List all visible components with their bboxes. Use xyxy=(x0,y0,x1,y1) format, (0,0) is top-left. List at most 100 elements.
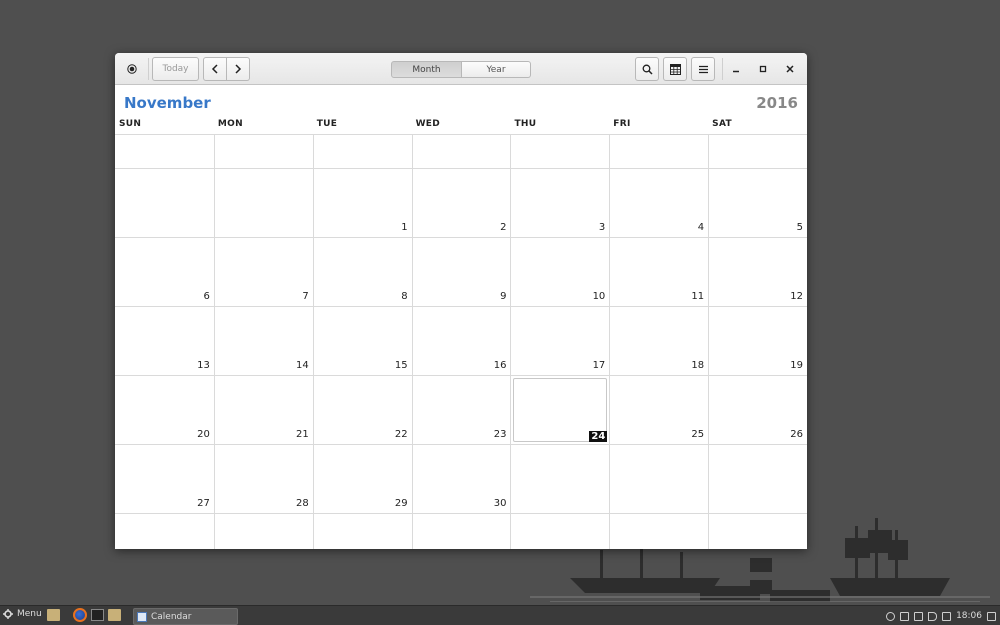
day-cell[interactable]: 27 xyxy=(115,445,214,513)
day-cell[interactable]: 22 xyxy=(312,376,412,444)
weekday-label: MON xyxy=(217,119,243,129)
day-number: 1 xyxy=(401,222,408,233)
day-cell[interactable]: 14 xyxy=(213,307,313,375)
day-number: 22 xyxy=(394,429,408,440)
day-cell[interactable]: 29 xyxy=(312,445,412,513)
empty-day-cell[interactable] xyxy=(115,135,214,168)
day-cell[interactable]: 21 xyxy=(213,376,313,444)
empty-day-cell[interactable] xyxy=(312,135,412,168)
file-manager-launcher-icon[interactable] xyxy=(47,609,60,621)
day-number: 17 xyxy=(592,360,606,371)
previous-button[interactable] xyxy=(203,57,227,81)
user-icon[interactable] xyxy=(886,611,896,621)
terminal-launcher-icon[interactable] xyxy=(91,609,104,621)
empty-day-cell[interactable] xyxy=(708,135,807,168)
year-title: 2016 xyxy=(756,94,798,112)
close-button[interactable] xyxy=(781,57,799,81)
empty-day-cell[interactable] xyxy=(609,445,708,513)
day-cell[interactable]: 13 xyxy=(115,307,214,375)
day-number: 7 xyxy=(302,291,309,302)
header-separator xyxy=(148,58,149,80)
empty-day-cell[interactable] xyxy=(609,135,708,168)
day-cell[interactable]: 4 xyxy=(609,169,708,237)
empty-day-cell[interactable] xyxy=(510,445,609,513)
day-cell[interactable]: 5 xyxy=(708,169,807,237)
network-icon[interactable] xyxy=(900,611,910,621)
day-cell[interactable]: 25 xyxy=(609,376,708,444)
day-cell[interactable]: 23 xyxy=(411,376,511,444)
minimize-button[interactable] xyxy=(727,57,745,81)
empty-day-cell[interactable] xyxy=(115,514,214,549)
day-cell[interactable]: 17 xyxy=(510,307,609,375)
maximize-button[interactable] xyxy=(754,57,772,81)
taskbar-window-calendar[interactable]: Calendar xyxy=(133,608,238,625)
week-row: 27 28 29 30 xyxy=(115,444,807,513)
clipboard-icon[interactable] xyxy=(942,611,952,621)
calendar-list-button[interactable] xyxy=(663,57,687,81)
day-cell[interactable]: 18 xyxy=(609,307,708,375)
empty-day-cell[interactable] xyxy=(213,169,313,237)
system-tray: 18:06 xyxy=(886,608,996,624)
empty-day-cell[interactable] xyxy=(411,135,511,168)
record-button[interactable] xyxy=(123,57,141,81)
weekday-header: SUN MON TUE WED THU FRI SAT xyxy=(115,119,807,133)
clock[interactable]: 18:06 xyxy=(956,611,982,621)
week-row: 13 14 15 16 17 18 19 xyxy=(115,306,807,375)
empty-day-cell[interactable] xyxy=(609,514,708,549)
day-cell[interactable]: 9 xyxy=(411,238,511,306)
display-icon[interactable] xyxy=(914,611,924,621)
empty-day-cell[interactable] xyxy=(115,169,214,237)
day-number: 6 xyxy=(203,291,210,302)
weekday-label: TUE xyxy=(316,119,338,129)
empty-day-cell[interactable] xyxy=(510,135,609,168)
day-cell[interactable]: 24 xyxy=(510,376,609,444)
weekday-label: FRI xyxy=(613,119,631,129)
day-cell[interactable]: 30 xyxy=(411,445,511,513)
day-number: 26 xyxy=(790,429,804,440)
menu-launcher[interactable]: Menu xyxy=(3,609,42,619)
empty-day-cell[interactable] xyxy=(708,445,807,513)
day-number: 2 xyxy=(500,222,507,233)
day-cell[interactable]: 8 xyxy=(312,238,412,306)
day-number: 13 xyxy=(197,360,210,371)
folder-launcher-icon[interactable] xyxy=(108,609,121,621)
day-number: 3 xyxy=(598,222,606,233)
day-cell[interactable]: 7 xyxy=(213,238,313,306)
record-icon xyxy=(127,64,137,74)
today-button[interactable]: Today xyxy=(152,57,199,81)
day-cell[interactable]: 11 xyxy=(609,238,708,306)
day-cell[interactable]: 16 xyxy=(411,307,511,375)
search-button[interactable] xyxy=(635,57,659,81)
empty-day-cell[interactable] xyxy=(411,514,511,549)
empty-day-cell[interactable] xyxy=(510,514,609,549)
empty-day-cell[interactable] xyxy=(213,135,313,168)
day-cell[interactable]: 12 xyxy=(708,238,807,306)
empty-day-cell[interactable] xyxy=(312,514,412,549)
day-cell[interactable]: 3 xyxy=(510,169,609,237)
day-cell[interactable]: 2 xyxy=(411,169,511,237)
day-cell[interactable]: 26 xyxy=(708,376,807,444)
weekday-label: SUN xyxy=(119,119,142,129)
day-cell[interactable]: 20 xyxy=(115,376,214,444)
chevron-right-icon xyxy=(235,64,242,74)
menu-button[interactable] xyxy=(691,57,715,81)
tab-year[interactable]: Year xyxy=(462,61,531,78)
day-cell[interactable]: 19 xyxy=(708,307,807,375)
calendar-list-icon xyxy=(669,63,681,75)
day-cell[interactable]: 28 xyxy=(213,445,313,513)
day-cell[interactable]: 1 xyxy=(312,169,412,237)
header-bar: Today Month Year xyxy=(115,53,807,85)
volume-icon[interactable] xyxy=(928,611,938,621)
empty-day-cell[interactable] xyxy=(213,514,313,549)
day-cell[interactable]: 15 xyxy=(312,307,412,375)
tab-month[interactable]: Month xyxy=(391,61,462,78)
day-number: 27 xyxy=(197,498,210,509)
day-cell[interactable]: 6 xyxy=(115,238,214,306)
notification-icon[interactable] xyxy=(987,611,996,621)
empty-day-cell[interactable] xyxy=(708,514,807,549)
day-number: 9 xyxy=(500,291,507,302)
day-cell[interactable]: 10 xyxy=(510,238,609,306)
firefox-launcher-icon[interactable] xyxy=(73,608,87,622)
day-number: 19 xyxy=(790,360,804,371)
next-button[interactable] xyxy=(227,57,250,81)
